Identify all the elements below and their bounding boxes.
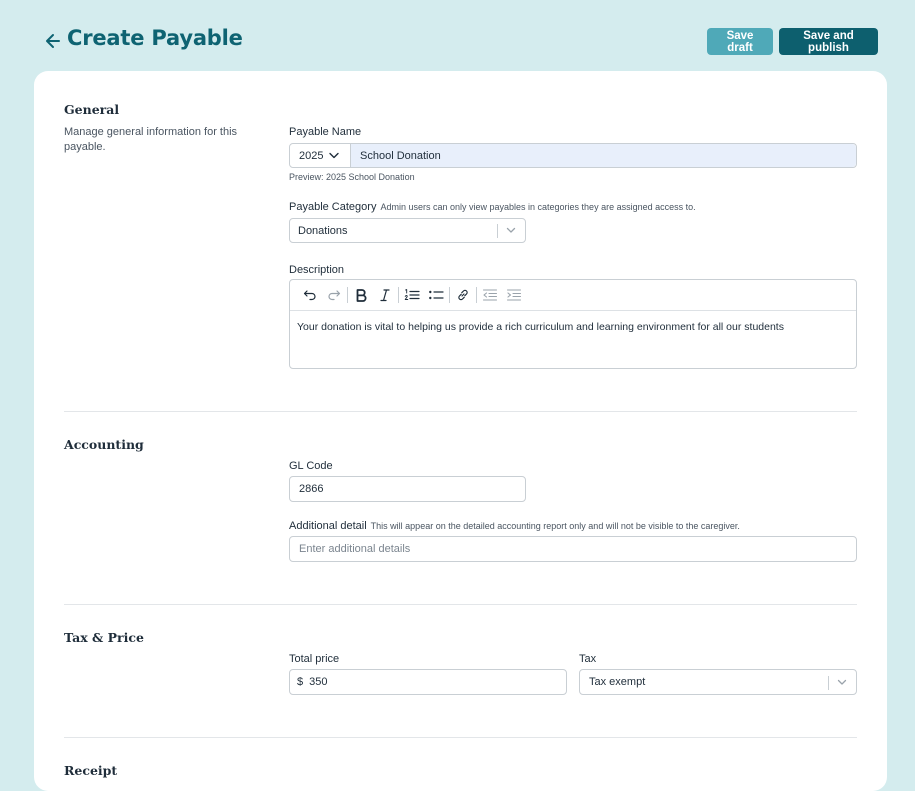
total-price-input[interactable]: $ 350 [289, 669, 567, 695]
additional-detail-label: Additional detail This will appear on the… [289, 520, 740, 532]
gl-code-label: GL Code [289, 460, 333, 472]
numbered-list-button[interactable] [400, 283, 424, 307]
payable-category-value: Donations [298, 224, 348, 237]
select-separator [497, 224, 498, 238]
save-draft-button[interactable]: Save draft [707, 28, 773, 55]
payable-name-field: 2025 School Donation [289, 143, 857, 168]
bold-icon [356, 289, 367, 302]
chevron-down-icon [506, 227, 516, 233]
section-title-receipt: Receipt [64, 763, 118, 778]
italic-icon [380, 289, 390, 302]
section-title-tax-price: Tax & Price [64, 630, 144, 645]
indent-icon [506, 289, 522, 301]
back-button[interactable] [44, 30, 64, 52]
section-description-general: Manage general information for this paya… [64, 126, 238, 153]
section-divider [64, 604, 857, 605]
link-icon [458, 289, 468, 301]
section-divider [64, 411, 857, 412]
italic-button[interactable] [373, 283, 397, 307]
editor-toolbar [290, 280, 856, 311]
total-price-label: Total price [289, 653, 340, 665]
payable-category-hint: Admin users can only view payables in ca… [380, 202, 696, 212]
tax-label: Tax [579, 653, 597, 665]
chevron-down-icon [329, 152, 340, 159]
total-price-value: 350 [309, 676, 328, 688]
description-editor: Your donation is vital to helping us pro… [289, 279, 857, 369]
select-separator [828, 676, 829, 690]
additional-detail-hint: This will appear on the detailed account… [370, 521, 740, 531]
link-button[interactable] [451, 283, 475, 307]
payable-category-select[interactable]: Donations [289, 218, 526, 243]
payable-name-label: Payable Name [289, 126, 362, 138]
payable-name-preview: Preview: 2025 School Donation [289, 172, 415, 182]
year-select[interactable]: 2025 [290, 144, 351, 167]
additional-detail-label-text: Additional detail [289, 520, 367, 532]
bullet-list-icon [429, 290, 444, 300]
additional-detail-input[interactable]: Enter additional details [289, 536, 857, 562]
section-title-accounting: Accounting [64, 437, 144, 452]
payable-category-label-text: Payable Category [289, 201, 377, 213]
year-value: 2025 [299, 149, 324, 162]
tax-value: Tax exempt [589, 676, 646, 688]
payable-category-label: Payable Category Admin users can only vie… [289, 201, 696, 213]
undo-icon [303, 290, 316, 301]
numbered-list-icon [404, 289, 420, 300]
gl-code-input[interactable]: 2866 [289, 476, 526, 502]
tax-select[interactable]: Tax exempt [579, 669, 857, 695]
save-and-publish-button[interactable]: Save and publish [779, 28, 878, 55]
outdent-icon [482, 289, 498, 301]
toolbar-separator [398, 287, 399, 303]
bullet-list-button[interactable] [424, 283, 448, 307]
indent-button[interactable] [502, 283, 526, 307]
currency-symbol: $ [297, 676, 304, 688]
arrow-left-icon [46, 34, 60, 48]
description-label: Description [289, 264, 345, 276]
section-title-general: General [64, 102, 120, 117]
chevron-down-icon [837, 679, 847, 685]
bold-button[interactable] [349, 283, 373, 307]
payable-name-input[interactable]: School Donation [351, 144, 856, 167]
toolbar-separator [347, 287, 348, 303]
toolbar-separator [476, 287, 477, 303]
outdent-button[interactable] [478, 283, 502, 307]
form-card: General Manage general information for t… [34, 71, 887, 791]
page-title: Create Payable [67, 26, 243, 50]
undo-button[interactable] [298, 283, 322, 307]
toolbar-separator [449, 287, 450, 303]
section-divider [64, 737, 857, 738]
top-bar: Create Payable Save draft Save and publi… [0, 0, 915, 70]
redo-button[interactable] [322, 283, 346, 307]
redo-icon [328, 290, 341, 301]
description-text-area[interactable]: Your donation is vital to helping us pro… [290, 311, 856, 343]
